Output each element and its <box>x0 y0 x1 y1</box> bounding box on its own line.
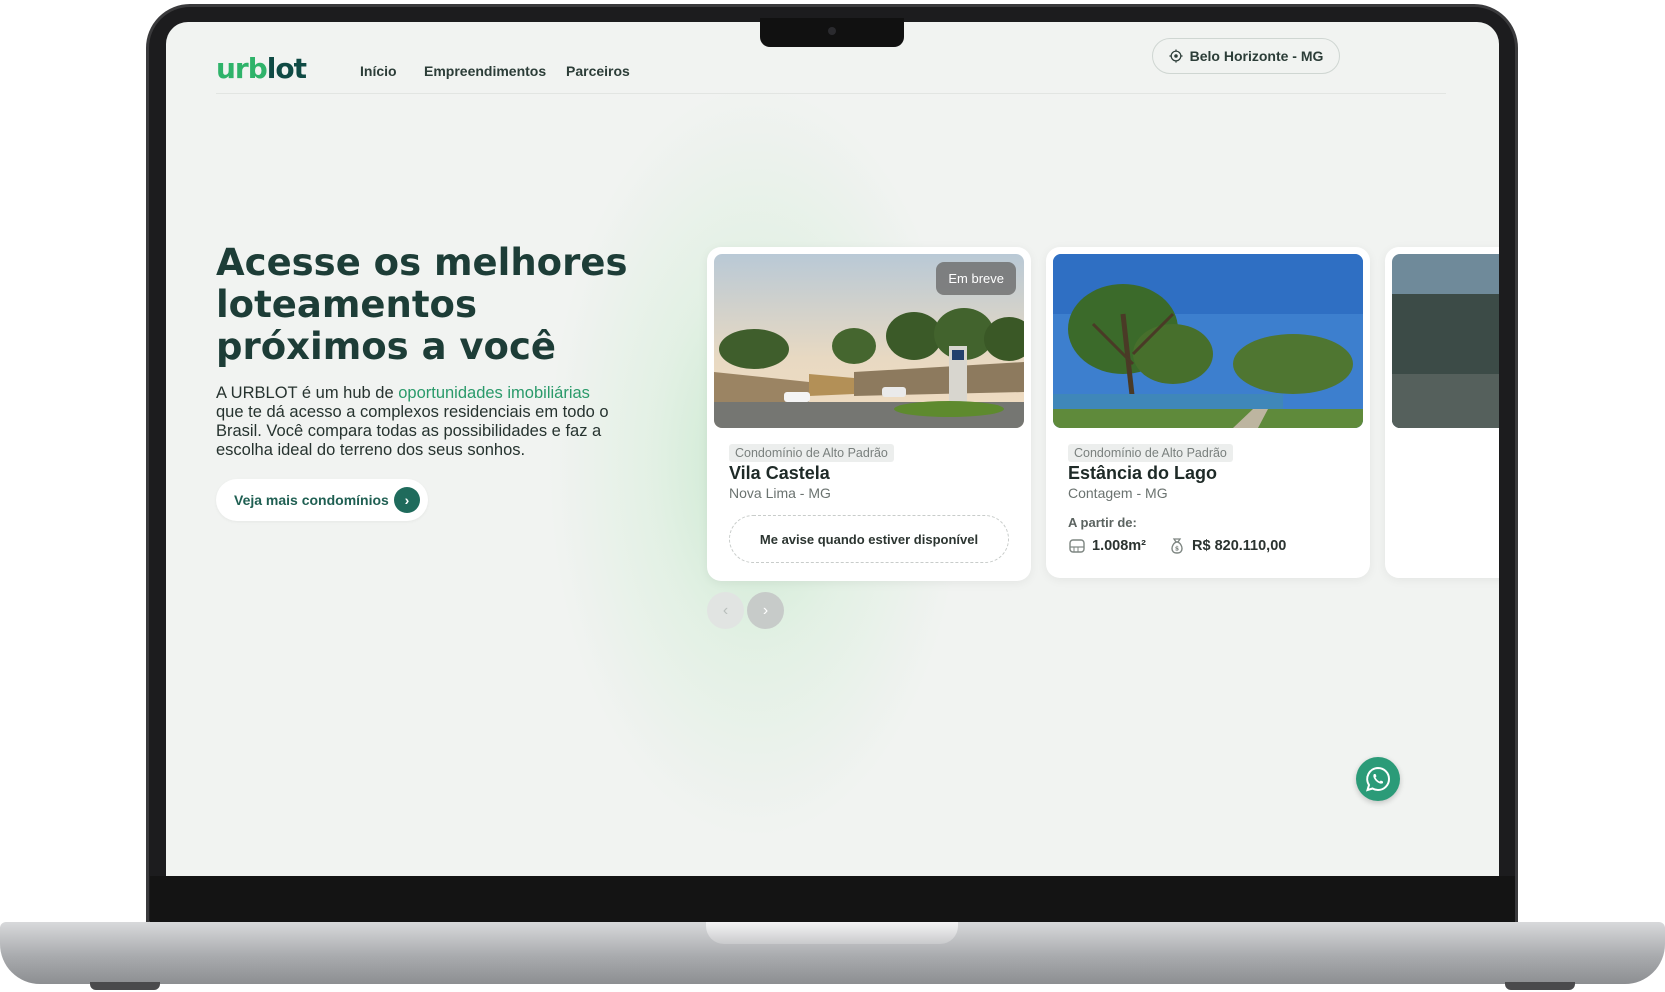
chevron-right-icon: › <box>394 487 420 513</box>
area-stat: 1.008m² <box>1068 537 1146 555</box>
location-target-icon <box>1169 49 1183 63</box>
hero-title: Acesse os melhores loteamentos próximos … <box>216 241 628 368</box>
property-location: Nova Lima - MG <box>729 485 831 501</box>
property-card-partial[interactable] <box>1385 247 1499 578</box>
notify-me-button[interactable]: Me avise quando estiver disponível <box>729 515 1009 563</box>
carousel-prev-button[interactable]: ‹ <box>707 592 744 629</box>
nav-link-parceiros[interactable]: Parceiros <box>566 63 630 79</box>
laptop-foot-left <box>90 982 160 990</box>
location-selector-button[interactable]: Belo Horizonte - MG <box>1152 38 1340 74</box>
laptop-mockup: urblot Início Empreendimentos Parceiros … <box>0 0 1665 992</box>
price-from-label: A partir de: <box>1068 515 1137 530</box>
coming-soon-badge: Em breve <box>936 262 1016 295</box>
location-label: Belo Horizonte - MG <box>1189 48 1324 64</box>
laptop-foot-right <box>1505 982 1575 990</box>
price-value: R$ 820.110,00 <box>1192 538 1287 554</box>
camera-notch <box>760 18 904 47</box>
property-photo-estancia-do-lago <box>1053 254 1363 428</box>
property-card[interactable]: Condomínio de Alto Padrão Estância do La… <box>1046 247 1370 578</box>
area-value: 1.008m² <box>1092 538 1147 554</box>
hero-text-part2: que te dá acesso a complexos residenciai… <box>216 403 609 459</box>
price-stat: $ R$ 820.110,00 <box>1168 537 1286 555</box>
ruler-area-icon <box>1069 539 1085 553</box>
property-title[interactable]: Estância do Lago <box>1068 463 1217 484</box>
carousel-next-button[interactable]: › <box>747 592 784 629</box>
browser-screen: urblot Início Empreendimentos Parceiros … <box>166 22 1499 876</box>
hero-text-part1: A URBLOT é um hub de <box>216 384 399 402</box>
property-photo-vila-castela: Em breve <box>714 254 1024 428</box>
property-location: Contagem - MG <box>1068 485 1168 501</box>
svg-text:$: $ <box>1175 546 1179 553</box>
money-bag-icon: $ <box>1171 538 1183 554</box>
hero-text-highlight[interactable]: oportunidades imobiliárias <box>398 384 590 402</box>
property-card[interactable]: Em breve Condomínio de Alto Padrão Vila … <box>707 247 1031 581</box>
category-tag: Condomínio de Alto Padrão <box>1068 444 1233 462</box>
laptop-bezel-bottom <box>150 876 1515 922</box>
category-tag: Condomínio de Alto Padrão <box>729 444 894 462</box>
cta-label: Veja mais condomínios <box>234 492 389 508</box>
hero-description: A URBLOT é um hub de oportunidades imobi… <box>216 384 616 460</box>
whatsapp-button[interactable] <box>1356 757 1400 801</box>
logo-part-lot: lot <box>266 52 307 85</box>
nav-link-empreendimentos[interactable]: Empreendimentos <box>424 63 546 79</box>
whatsapp-icon <box>1366 766 1390 792</box>
laptop-opening-notch <box>706 922 958 944</box>
property-photo-partial <box>1392 254 1499 428</box>
logo-part-urb: urb <box>216 52 268 85</box>
see-more-condos-button[interactable]: Veja mais condomínios › <box>216 479 428 521</box>
nav-link-inicio[interactable]: Início <box>360 63 397 79</box>
property-title[interactable]: Vila Castela <box>729 463 830 484</box>
camera-icon <box>828 27 836 35</box>
urblot-logo[interactable]: urblot <box>216 52 307 85</box>
